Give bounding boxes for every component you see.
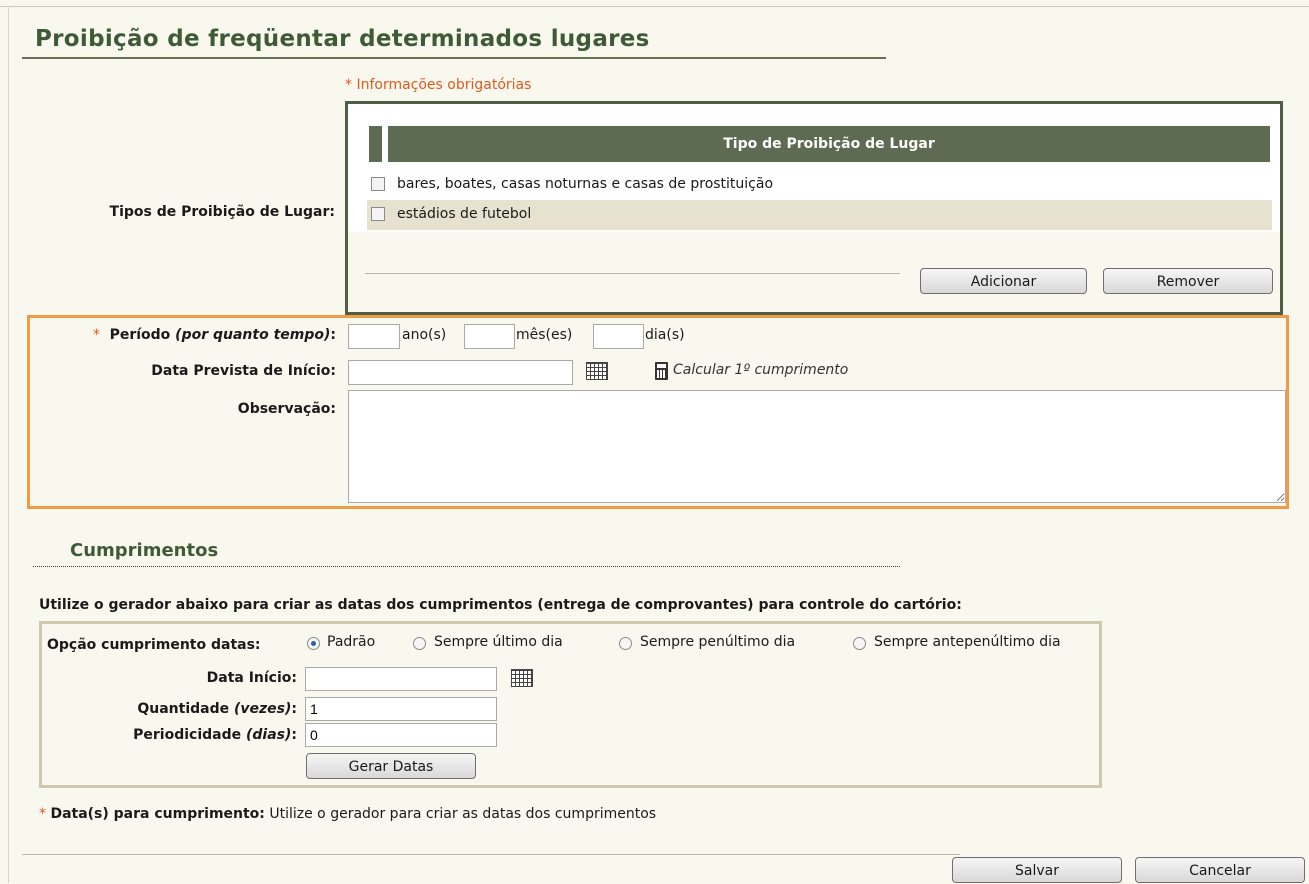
page-left-border <box>8 6 9 883</box>
datas-value: Utilize o gerador para criar as datas do… <box>269 806 657 822</box>
quantidade-label: Quantidade (vezes): <box>137 701 297 717</box>
datas-cumprimento-row: * Data(s) para cumprimento: Utilize o ge… <box>39 806 656 822</box>
radio-label: Sempre penúltimo dia <box>640 634 796 650</box>
months-input[interactable] <box>464 324 515 349</box>
title-divider <box>22 57 886 59</box>
table-row[interactable]: bares, boates, casas noturnas e casas de… <box>367 170 1272 200</box>
calcular-link[interactable]: Calcular 1º cumprimento <box>673 362 848 378</box>
calculator-icon[interactable] <box>655 362 668 380</box>
save-button[interactable]: Salvar <box>952 857 1122 883</box>
radio-label: Sempre último dia <box>434 634 563 650</box>
quantidade-input[interactable] <box>305 697 497 721</box>
observacao-textarea[interactable] <box>348 390 1286 503</box>
page-title: Proibição de freqüentar determinados lug… <box>35 26 650 52</box>
cumprimentos-divider <box>33 566 900 567</box>
observacao-label: Observação: <box>237 401 336 417</box>
table-row[interactable]: estádios de futebol <box>367 200 1272 230</box>
tipos-footer: Adicionar Remover <box>348 232 1280 312</box>
radio-ultimo-dia[interactable] <box>413 637 426 650</box>
data-inicio-label: Data Início: <box>206 670 297 686</box>
cumprimentos-title: Cumprimentos <box>70 540 219 561</box>
footer-divider <box>365 273 900 274</box>
generator-note: Utilize o gerador abaixo para criar as d… <box>39 597 962 613</box>
quantidade-label-hint: (vezes) <box>233 701 292 717</box>
periodo-label-text: Período <box>109 327 171 343</box>
page-top-border <box>0 6 1309 7</box>
days-unit: dia(s) <box>645 327 685 343</box>
years-unit: ano(s) <box>402 327 447 343</box>
data-prevista-label: Data Prevista de Início: <box>151 363 336 379</box>
data-inicio-input[interactable] <box>305 667 497 691</box>
calendar-icon[interactable] <box>511 669 533 687</box>
tipos-panel: Tipo de Proibição de Lugar bares, boates… <box>345 101 1283 315</box>
table-header-checkbox-column <box>369 126 382 162</box>
periodo-label-colon: : <box>330 327 336 343</box>
row-checkbox[interactable] <box>371 177 385 191</box>
bottom-divider <box>22 854 960 855</box>
radio-label: Padrão <box>327 634 376 650</box>
required-note: * Informações obrigatórias <box>345 77 532 93</box>
add-button[interactable]: Adicionar <box>920 268 1087 294</box>
radio-label: Sempre antepenúltimo dia <box>874 634 1061 650</box>
periodicidade-input[interactable] <box>305 723 497 747</box>
tipos-label: Tipos de Proibição de Lugar: <box>109 204 335 220</box>
periodo-label-hint: (por quanto tempo) <box>175 327 331 343</box>
periodicidade-label-hint: (dias) <box>245 727 292 743</box>
periodo-label: * Período (por quanto tempo): <box>93 327 336 343</box>
periodicidade-label-text: Periodicidade <box>133 727 242 743</box>
remove-button[interactable]: Remover <box>1103 268 1273 294</box>
table-header: Tipo de Proibição de Lugar <box>388 126 1270 162</box>
opcao-label: Opção cumprimento datas: <box>47 637 261 653</box>
quantidade-label-text: Quantidade <box>137 701 230 717</box>
calendar-icon[interactable] <box>586 362 608 380</box>
radio-penultimo-dia[interactable] <box>619 637 632 650</box>
days-input[interactable] <box>593 324 644 349</box>
data-prevista-input[interactable] <box>348 360 573 385</box>
years-input[interactable] <box>348 324 400 349</box>
row-checkbox[interactable] <box>371 207 385 221</box>
months-unit: mês(es) <box>516 327 573 343</box>
required-star: * <box>92 327 100 343</box>
periodicidade-label: Periodicidade (dias): <box>133 727 297 743</box>
required-star: * <box>39 806 46 822</box>
row-label: estádios de futebol <box>397 206 532 222</box>
datas-label: Data(s) para cumprimento: <box>50 806 265 822</box>
row-label: bares, boates, casas noturnas e casas de… <box>397 176 774 192</box>
gerar-datas-button[interactable]: Gerar Datas <box>306 753 476 779</box>
radio-antepenultimo-dia[interactable] <box>853 637 866 650</box>
cancel-button[interactable]: Cancelar <box>1135 857 1305 883</box>
radio-padrao[interactable] <box>307 637 320 650</box>
